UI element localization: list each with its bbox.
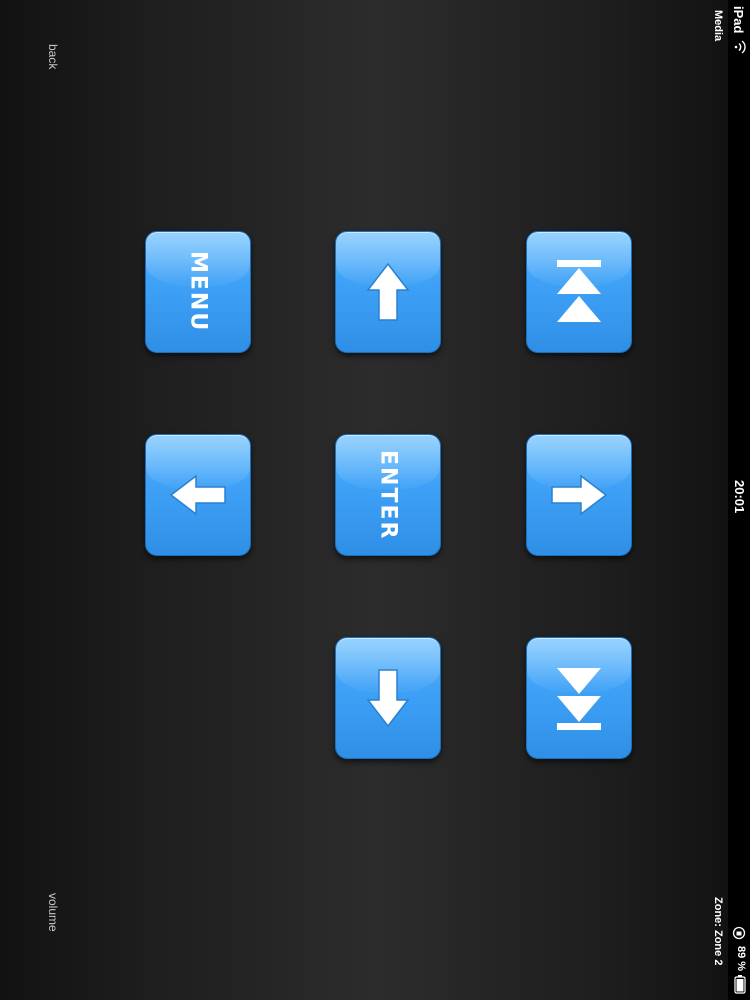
- device-name: iPad: [731, 6, 746, 34]
- enter-label: ENTER: [375, 449, 401, 541]
- down-button[interactable]: [335, 637, 441, 759]
- rotation-lock-icon: [732, 926, 746, 940]
- volume-button[interactable]: volume: [46, 893, 60, 932]
- wifi-icon: [734, 40, 746, 54]
- menu-label: MENU: [185, 251, 211, 333]
- arrow-left-icon: [169, 474, 226, 516]
- right-button[interactable]: [526, 434, 632, 556]
- arrow-right-icon: [551, 474, 608, 516]
- battery-percent: 89 %: [735, 946, 747, 972]
- page-title: Media: [712, 10, 724, 42]
- back-button[interactable]: back: [46, 44, 60, 69]
- left-button[interactable]: [145, 434, 251, 556]
- battery-icon: [734, 975, 746, 994]
- menu-button[interactable]: MENU: [145, 231, 251, 353]
- skip-next-button[interactable]: [526, 637, 632, 759]
- skip-previous-icon: [557, 260, 601, 322]
- arrow-down-icon: [366, 669, 410, 728]
- up-button[interactable]: [335, 231, 441, 353]
- arrow-up-icon: [366, 262, 410, 321]
- skip-next-icon: [557, 668, 601, 730]
- zone-label: Zone: Zone 2: [712, 897, 724, 966]
- skip-previous-button[interactable]: [526, 231, 632, 353]
- clock: 20:01: [732, 480, 747, 514]
- enter-button[interactable]: ENTER: [335, 434, 441, 556]
